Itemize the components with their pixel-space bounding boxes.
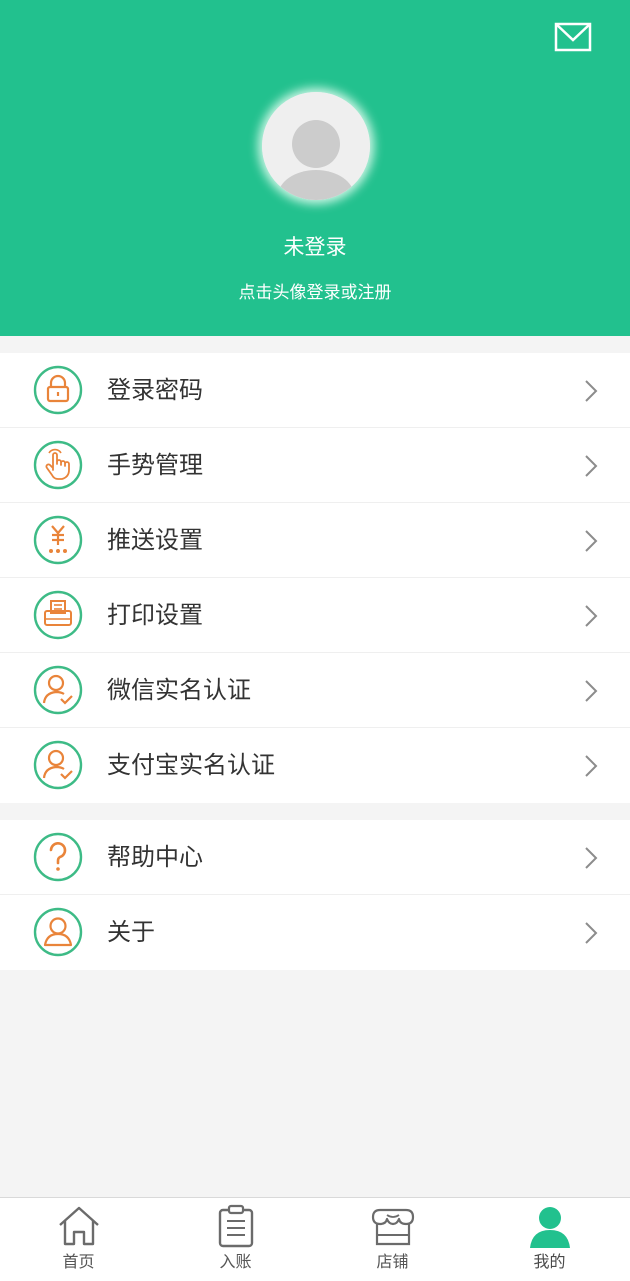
chevron-right-icon <box>585 380 598 402</box>
chevron-right-icon <box>585 755 598 777</box>
help-menu-group: 帮助中心 关于 <box>0 820 630 970</box>
menu-item-wechat-verify[interactable]: 微信实名认证 <box>0 653 630 728</box>
menu-item-label: 推送设置 <box>107 526 203 554</box>
avatar[interactable] <box>262 92 370 200</box>
tab-label: 店铺 <box>376 1252 409 1271</box>
menu-item-push-settings[interactable]: 推送设置 <box>0 503 630 578</box>
login-hint-text[interactable]: 点击头像登录或注册 <box>0 280 630 306</box>
chevron-right-icon <box>585 455 598 477</box>
profile-header: 未登录 点击头像登录或注册 <box>0 0 630 336</box>
default-avatar-icon <box>262 92 370 200</box>
tab-label: 入账 <box>219 1252 252 1271</box>
menu-item-about[interactable]: 关于 <box>0 895 630 970</box>
menu-item-help-center[interactable]: 帮助中心 <box>0 820 630 895</box>
user-verified-icon <box>33 740 83 790</box>
chevron-right-icon <box>585 605 598 627</box>
menu-item-gesture[interactable]: 手势管理 <box>0 428 630 503</box>
menu-item-label: 关于 <box>107 918 155 946</box>
menu-item-label: 支付宝实名认证 <box>107 751 275 779</box>
chevron-right-icon <box>585 922 598 944</box>
tab-ledger[interactable]: 入账 <box>157 1198 314 1281</box>
question-icon <box>33 832 83 882</box>
chevron-right-icon <box>585 680 598 702</box>
user-verified-icon <box>33 665 83 715</box>
yuan-push-icon <box>33 515 83 565</box>
clipboard-icon <box>218 1204 253 1248</box>
lock-icon <box>33 365 83 415</box>
settings-menu-group: 登录密码 手势管理 推送设置 打印设置 微信实名认证 支付宝实名认证 <box>0 353 630 803</box>
gesture-hand-icon <box>33 440 83 490</box>
tab-label: 首页 <box>62 1252 95 1271</box>
tab-mine[interactable]: 我的 <box>471 1198 628 1281</box>
store-icon <box>371 1208 414 1246</box>
printer-icon <box>33 590 83 640</box>
tab-home[interactable]: 首页 <box>0 1198 157 1281</box>
menu-item-print-settings[interactable]: 打印设置 <box>0 578 630 653</box>
login-status-title: 未登录 <box>283 235 347 259</box>
tab-store[interactable]: 店铺 <box>314 1198 471 1281</box>
person-icon <box>529 1207 570 1248</box>
menu-item-alipay-verify[interactable]: 支付宝实名认证 <box>0 728 630 803</box>
tab-label: 我的 <box>533 1252 566 1271</box>
menu-item-label: 帮助中心 <box>107 843 203 871</box>
home-icon <box>58 1206 99 1246</box>
menu-item-label: 打印设置 <box>107 601 203 629</box>
menu-item-label: 微信实名认证 <box>107 676 251 704</box>
chevron-right-icon <box>585 847 598 869</box>
bottom-tab-bar: 首页 入账 店铺 我的 <box>0 1197 630 1281</box>
user-icon <box>33 907 83 957</box>
mail-icon[interactable] <box>554 22 592 52</box>
menu-item-login-password[interactable]: 登录密码 <box>0 353 630 428</box>
menu-item-label: 手势管理 <box>107 451 203 479</box>
menu-item-label: 登录密码 <box>107 376 203 404</box>
chevron-right-icon <box>585 530 598 552</box>
